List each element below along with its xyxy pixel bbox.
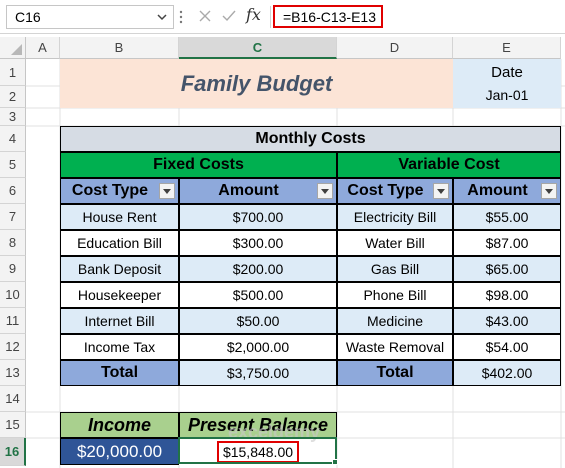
fixed-cost-type-label: Cost Type xyxy=(71,182,149,199)
row-header-7[interactable]: 7 xyxy=(0,204,26,230)
variable-cost-type-header[interactable]: Cost Type xyxy=(337,178,453,204)
fixed-amount-header[interactable]: Amount xyxy=(179,178,337,204)
row-header-2[interactable]: 2 xyxy=(0,86,26,108)
variable-item-amount[interactable]: $87.00 xyxy=(453,230,561,256)
fill-handle[interactable] xyxy=(332,459,338,465)
variable-item-type[interactable]: Waste Removal xyxy=(337,334,453,360)
more-options-icon[interactable] xyxy=(178,8,184,26)
fixed-cost-type-header[interactable]: Cost Type xyxy=(60,178,179,204)
row-header-9[interactable]: 9 xyxy=(0,256,26,282)
fixed-item-amount[interactable]: $300.00 xyxy=(179,230,337,256)
fixed-total-value[interactable]: $3,750.00 xyxy=(179,360,337,386)
row-header-13[interactable]: 13 xyxy=(0,360,26,386)
fixed-item-amount[interactable]: $500.00 xyxy=(179,282,337,308)
variable-item-amount[interactable]: $54.00 xyxy=(453,334,561,360)
select-all-corner[interactable] xyxy=(0,37,26,59)
fixed-total-label[interactable]: Total xyxy=(60,360,179,386)
variable-cost-type-label: Cost Type xyxy=(347,182,424,199)
variable-item-type[interactable]: Medicine xyxy=(337,308,453,334)
fixed-item-amount[interactable]: $50.00 xyxy=(179,308,337,334)
page-title[interactable]: Family Budget xyxy=(60,59,453,108)
row-header-3[interactable]: 3 xyxy=(0,108,26,126)
cancel-icon[interactable] xyxy=(197,8,213,24)
row-header-10[interactable]: 10 xyxy=(0,282,26,308)
fixed-item-type[interactable]: Bank Deposit xyxy=(60,256,179,282)
variable-item-amount[interactable]: $43.00 xyxy=(453,308,561,334)
variable-item-type[interactable]: Water Bill xyxy=(337,230,453,256)
filter-dropdown-icon[interactable] xyxy=(317,183,333,199)
column-header-d[interactable]: D xyxy=(337,37,453,59)
date-label: Date xyxy=(491,64,523,81)
row-header-12[interactable]: 12 xyxy=(0,334,26,360)
column-header-e[interactable]: E xyxy=(453,37,561,59)
formula-divider xyxy=(270,6,271,28)
row-header-4[interactable]: 4 xyxy=(0,126,26,152)
row-header-5[interactable]: 5 xyxy=(0,152,26,178)
date-cell[interactable]: Date Jan-01 xyxy=(453,59,561,108)
formula-text: =B16-C13-E13 xyxy=(283,9,377,25)
row-header-8[interactable]: 8 xyxy=(0,230,26,256)
fixed-item-amount[interactable]: $2,000.00 xyxy=(179,334,337,360)
variable-item-type[interactable]: Phone Bill xyxy=(337,282,453,308)
fixed-item-type[interactable]: Income Tax xyxy=(60,334,179,360)
monthly-costs-header[interactable]: Monthly Costs xyxy=(60,126,561,152)
variable-item-type[interactable]: Gas Bill xyxy=(337,256,453,282)
fixed-item-type[interactable]: House Rent xyxy=(60,204,179,230)
insert-function-icon[interactable]: fx xyxy=(246,5,261,24)
row-header-6[interactable]: 6 xyxy=(0,178,26,204)
income-value[interactable]: $20,000.00 xyxy=(60,438,179,465)
row-header-11[interactable]: 11 xyxy=(0,308,26,334)
filter-dropdown-icon[interactable] xyxy=(433,183,449,199)
fixed-item-type[interactable]: Internet Bill xyxy=(60,308,179,334)
variable-total-label[interactable]: Total xyxy=(337,360,453,386)
name-box-value: C16 xyxy=(15,9,41,25)
fixed-amount-label: Amount xyxy=(218,182,279,199)
variable-amount-label: Amount xyxy=(467,182,528,199)
column-header-a[interactable]: A xyxy=(26,37,60,59)
variable-cost-header[interactable]: Variable Cost xyxy=(337,152,561,178)
formula-input[interactable]: =B16-C13-E13 xyxy=(273,5,383,28)
variable-item-type[interactable]: Electricity Bill xyxy=(337,204,453,230)
row-header-16[interactable]: 16 xyxy=(0,438,26,466)
filter-dropdown-icon[interactable] xyxy=(159,183,175,199)
chevron-down-icon[interactable] xyxy=(155,8,169,26)
fixed-item-amount[interactable]: $200.00 xyxy=(179,256,337,282)
variable-amount-header[interactable]: Amount xyxy=(453,178,561,204)
filter-dropdown-icon[interactable] xyxy=(541,183,557,199)
date-value: Jan-01 xyxy=(485,87,529,103)
variable-item-amount[interactable]: $65.00 xyxy=(453,256,561,282)
column-header-b[interactable]: B xyxy=(60,37,179,59)
formula-bar: C16 fx =B16-C13-E13 xyxy=(0,0,565,34)
fixed-item-amount[interactable]: $700.00 xyxy=(179,204,337,230)
fixed-item-type[interactable]: Education Bill xyxy=(60,230,179,256)
variable-item-amount[interactable]: $55.00 xyxy=(453,204,561,230)
row-header-1[interactable]: 1 xyxy=(0,59,26,86)
fixed-costs-header[interactable]: Fixed Costs xyxy=(60,152,337,178)
enter-icon[interactable] xyxy=(221,8,237,24)
variable-item-amount[interactable]: $98.00 xyxy=(453,282,561,308)
fixed-item-type[interactable]: Housekeeper xyxy=(60,282,179,308)
active-cell-selection xyxy=(178,437,337,464)
row-header-14[interactable]: 14 xyxy=(0,386,26,412)
variable-total-value[interactable]: $402.00 xyxy=(453,360,561,386)
name-box[interactable]: C16 xyxy=(6,5,174,29)
row-header-15[interactable]: 15 xyxy=(0,412,26,438)
column-header-c[interactable]: C xyxy=(179,37,337,59)
income-header[interactable]: Income xyxy=(60,412,179,438)
